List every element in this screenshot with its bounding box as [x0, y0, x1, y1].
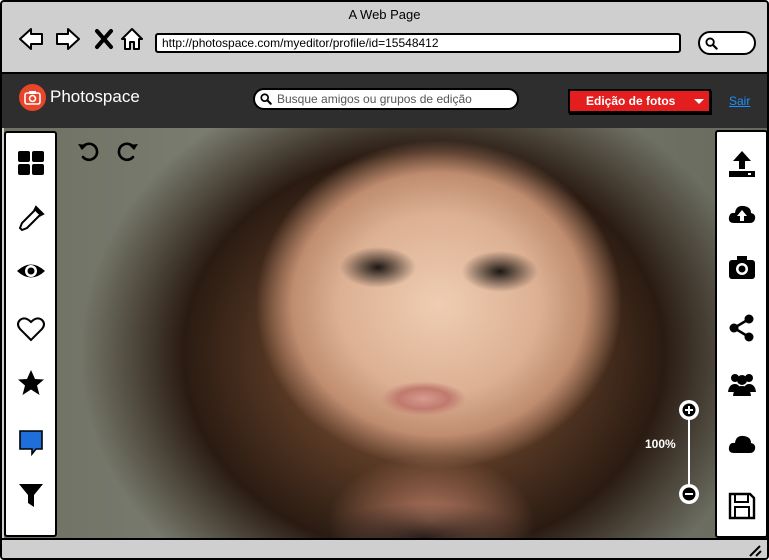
logout-link[interactable]: Sair	[729, 94, 750, 108]
zoom-out-button[interactable]	[679, 484, 699, 504]
brand-name: Photospace	[50, 87, 140, 106]
heart-icon	[17, 317, 45, 342]
back-arrow-icon	[19, 28, 43, 50]
cloud-upload-icon	[728, 205, 756, 223]
chevron-down-icon	[694, 99, 704, 104]
share-tool[interactable]	[726, 312, 758, 344]
right-toolbar	[715, 130, 767, 538]
preview-tool[interactable]	[15, 255, 47, 287]
grid-icon	[18, 151, 44, 175]
star-tool[interactable]	[15, 367, 47, 399]
cloud-upload-tool[interactable]	[726, 198, 758, 230]
stop-button[interactable]	[90, 26, 118, 52]
favorite-tool[interactable]	[15, 313, 47, 345]
app-header: Photospace Busque amigos ou grupos de ed…	[2, 74, 767, 128]
eye-icon	[17, 264, 45, 278]
photo-canvas[interactable]	[4, 128, 767, 538]
left-toolbar	[4, 131, 57, 537]
plus-icon	[682, 403, 696, 417]
eyedropper-icon	[18, 205, 45, 232]
layout-tool[interactable]	[15, 147, 47, 179]
save-icon	[728, 492, 756, 520]
address-bar[interactable]: http://photospace.com/myeditor/profile/i…	[155, 33, 681, 53]
filter-icon	[19, 484, 43, 507]
search-friends-input[interactable]: Busque amigos ou grupos de edição	[253, 88, 519, 110]
browser-search-field[interactable]	[698, 31, 756, 55]
search-icon	[260, 93, 272, 105]
camera-icon	[729, 256, 755, 279]
save-tool[interactable]	[726, 490, 758, 522]
share-icon	[729, 314, 754, 342]
camera-tool[interactable]	[726, 252, 758, 284]
redo-icon[interactable]	[116, 139, 140, 163]
comment-tool[interactable]	[15, 426, 47, 458]
search-placeholder: Busque amigos ou grupos de edição	[277, 92, 472, 106]
dropdown-label: Edição de fotos	[586, 94, 676, 108]
minus-icon	[682, 487, 696, 501]
filter-tool[interactable]	[15, 479, 47, 511]
browser-status-bar	[2, 538, 767, 558]
group-icon	[728, 374, 756, 396]
group-tool[interactable]	[726, 368, 758, 400]
close-icon	[95, 29, 113, 49]
forward-arrow-icon	[56, 28, 80, 50]
browser-title: A Web Page	[348, 7, 421, 22]
photo-editing-dropdown[interactable]: Edição de fotos	[568, 89, 711, 113]
star-icon	[18, 370, 44, 395]
upload-tool[interactable]	[726, 148, 758, 180]
browser-window: A Web Page http://photospace.com/myedito…	[0, 0, 769, 560]
cloud-tool[interactable]	[726, 428, 758, 460]
cloud-icon	[728, 435, 756, 453]
home-button[interactable]	[118, 26, 146, 52]
camera-logo-icon	[19, 84, 46, 111]
zoom-slider-track[interactable]	[688, 419, 690, 485]
forward-button[interactable]	[54, 26, 82, 52]
undo-icon[interactable]	[76, 139, 100, 163]
home-icon	[121, 28, 143, 50]
comment-icon	[19, 430, 43, 457]
eyedropper-tool[interactable]	[15, 203, 47, 235]
zoom-in-button[interactable]	[679, 400, 699, 420]
zoom-level: 100%	[645, 437, 676, 451]
search-icon	[705, 37, 718, 50]
back-button[interactable]	[17, 26, 45, 52]
upload-icon	[729, 151, 755, 177]
resize-grip-icon[interactable]	[747, 543, 763, 557]
